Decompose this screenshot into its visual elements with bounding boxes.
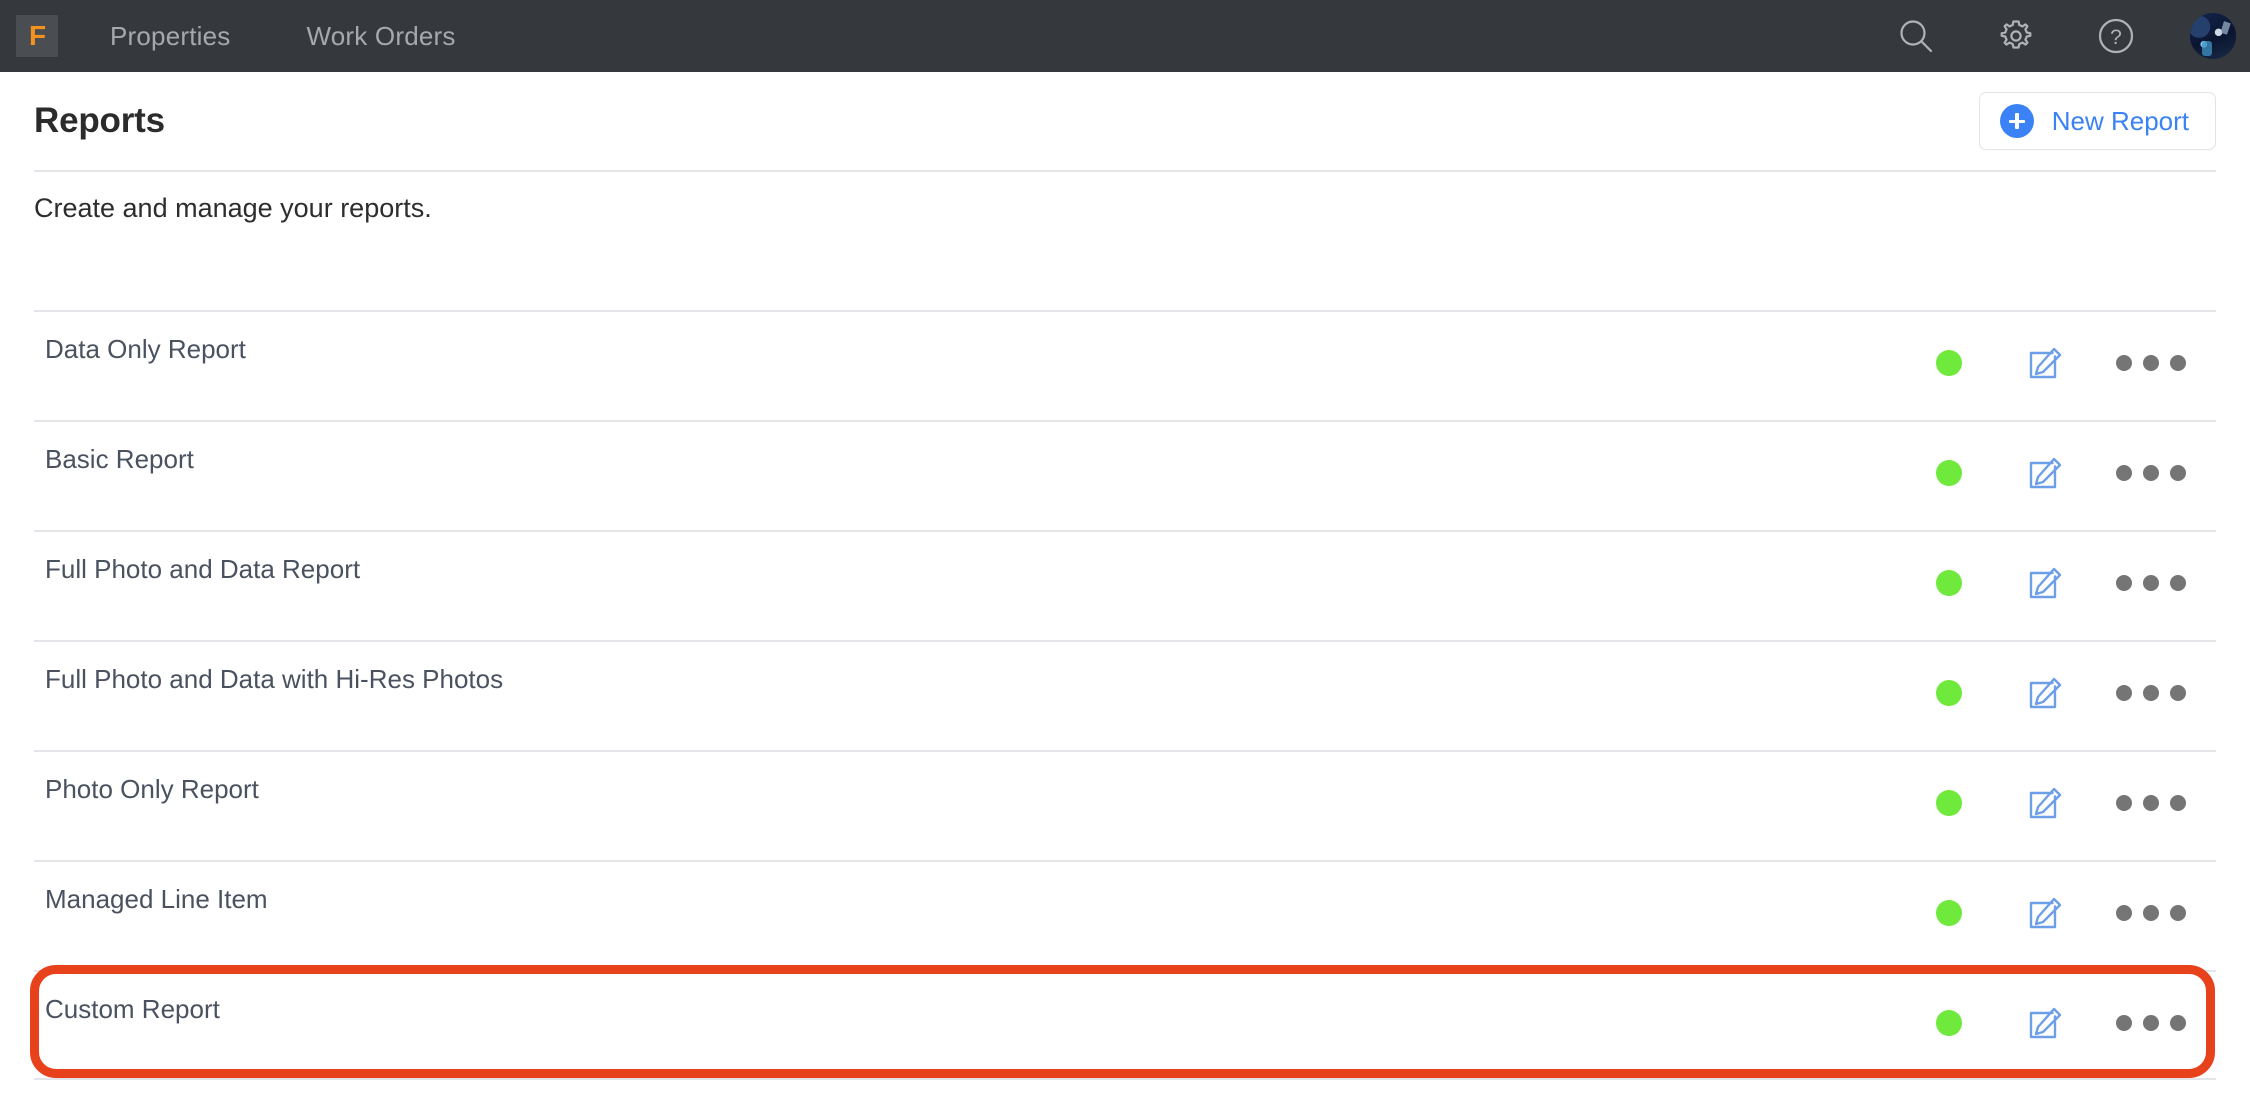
more-options-icon[interactable] bbox=[2116, 795, 2186, 811]
report-name: Custom Report bbox=[45, 994, 220, 1024]
report-name: Full Photo and Data Report bbox=[45, 554, 361, 584]
gear-icon[interactable] bbox=[1994, 14, 2038, 58]
app-logo[interactable]: F bbox=[16, 15, 58, 57]
more-options-icon[interactable] bbox=[2116, 685, 2186, 701]
table-row[interactable]: Custom Report bbox=[34, 970, 2216, 1080]
row-actions bbox=[1936, 782, 2216, 824]
table-row[interactable]: Managed Line Item bbox=[34, 860, 2216, 970]
top-navigation-bar: F Properties Work Orders ? bbox=[0, 0, 2250, 72]
status-badge bbox=[1936, 790, 1962, 816]
header-divider bbox=[34, 170, 2216, 172]
report-name: Basic Report bbox=[45, 444, 194, 474]
status-badge bbox=[1936, 680, 1962, 706]
edit-icon[interactable] bbox=[2024, 892, 2066, 934]
edit-icon[interactable] bbox=[2024, 452, 2066, 494]
page-subtitle: Create and manage your reports. bbox=[34, 193, 432, 223]
table-row[interactable]: Full Photo and Data Report bbox=[34, 530, 2216, 640]
status-badge bbox=[1936, 1010, 1962, 1036]
row-actions bbox=[1936, 342, 2216, 384]
edit-icon[interactable] bbox=[2024, 1002, 2066, 1044]
table-row[interactable]: Photo Only Report bbox=[34, 750, 2216, 860]
table-row[interactable]: Basic Report bbox=[34, 420, 2216, 530]
report-name: Data Only Report bbox=[45, 334, 246, 364]
edit-icon[interactable] bbox=[2024, 782, 2066, 824]
svg-text:?: ? bbox=[2110, 26, 2122, 49]
search-icon[interactable] bbox=[1894, 14, 1938, 58]
help-icon[interactable]: ? bbox=[2094, 14, 2138, 58]
edit-icon[interactable] bbox=[2024, 562, 2066, 604]
row-actions bbox=[1936, 892, 2216, 934]
new-report-button-label: New Report bbox=[2051, 105, 2189, 136]
logo-letter: F bbox=[28, 20, 46, 51]
row-actions bbox=[1936, 672, 2216, 714]
status-badge bbox=[1936, 350, 1962, 376]
table-row[interactable]: Full Photo and Data with Hi-Res Photos bbox=[34, 640, 2216, 750]
new-report-button[interactable]: New Report bbox=[1978, 92, 2216, 150]
more-options-icon[interactable] bbox=[2116, 355, 2186, 371]
edit-icon[interactable] bbox=[2024, 342, 2066, 384]
report-name: Full Photo and Data with Hi-Res Photos bbox=[45, 664, 504, 694]
primary-nav-links: Properties Work Orders bbox=[110, 21, 532, 52]
page-header: Reports New Report bbox=[0, 72, 2250, 170]
row-actions bbox=[1936, 562, 2216, 604]
more-options-icon[interactable] bbox=[2116, 465, 2186, 481]
report-name: Managed Line Item bbox=[45, 884, 268, 914]
more-options-icon[interactable] bbox=[2116, 905, 2186, 921]
report-list: Data Only Report Basic Report Full Photo a… bbox=[34, 310, 2216, 1080]
status-badge bbox=[1936, 460, 1962, 486]
nav-item-properties[interactable]: Properties bbox=[110, 21, 231, 52]
page-title: Reports bbox=[34, 101, 165, 140]
row-actions bbox=[1936, 1002, 2216, 1044]
avatar[interactable] bbox=[2190, 13, 2236, 59]
table-row[interactable]: Data Only Report bbox=[34, 310, 2216, 420]
more-options-icon[interactable] bbox=[2116, 1015, 2186, 1031]
nav-item-work-orders[interactable]: Work Orders bbox=[307, 21, 456, 52]
edit-icon[interactable] bbox=[2024, 672, 2066, 714]
more-options-icon[interactable] bbox=[2116, 575, 2186, 591]
nav-right-icons: ? bbox=[1838, 13, 2236, 59]
plus-icon bbox=[1999, 104, 2034, 138]
report-name: Photo Only Report bbox=[45, 774, 259, 804]
status-badge bbox=[1936, 900, 1962, 926]
row-actions bbox=[1936, 452, 2216, 494]
status-badge bbox=[1936, 570, 1962, 596]
